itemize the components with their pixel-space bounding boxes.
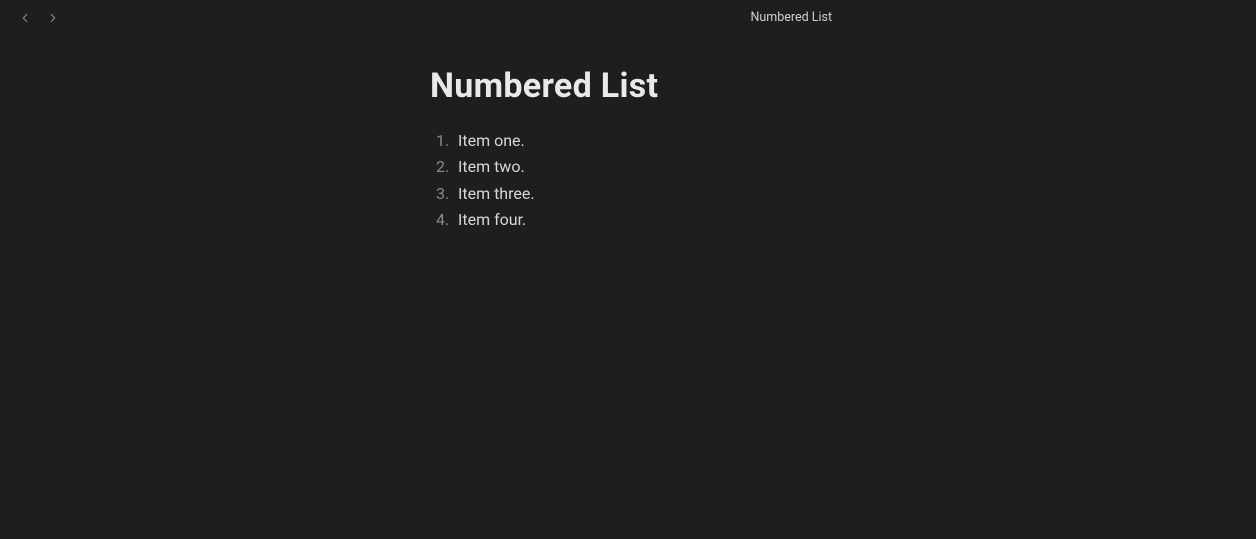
list-item: Item one. [436, 128, 658, 154]
content-area: Numbered List Item one. Item two. Item t… [0, 36, 1256, 234]
list-item: Item four. [436, 207, 658, 233]
back-button[interactable] [16, 9, 34, 27]
arrow-right-icon [46, 11, 60, 25]
document-heading: Numbered List [430, 66, 658, 106]
topbar-title-wrap: Numbered List [0, 0, 1256, 36]
forward-button[interactable] [44, 9, 62, 27]
list-item: Item two. [436, 154, 658, 180]
page-title: Numbered List [750, 10, 832, 25]
nav-arrows [0, 9, 62, 27]
list-item: Item three. [436, 181, 658, 207]
document: Numbered List Item one. Item two. Item t… [430, 66, 658, 234]
topbar: Numbered List [0, 0, 1256, 36]
arrow-left-icon [18, 11, 32, 25]
numbered-list: Item one. Item two. Item three. Item fou… [430, 128, 658, 234]
